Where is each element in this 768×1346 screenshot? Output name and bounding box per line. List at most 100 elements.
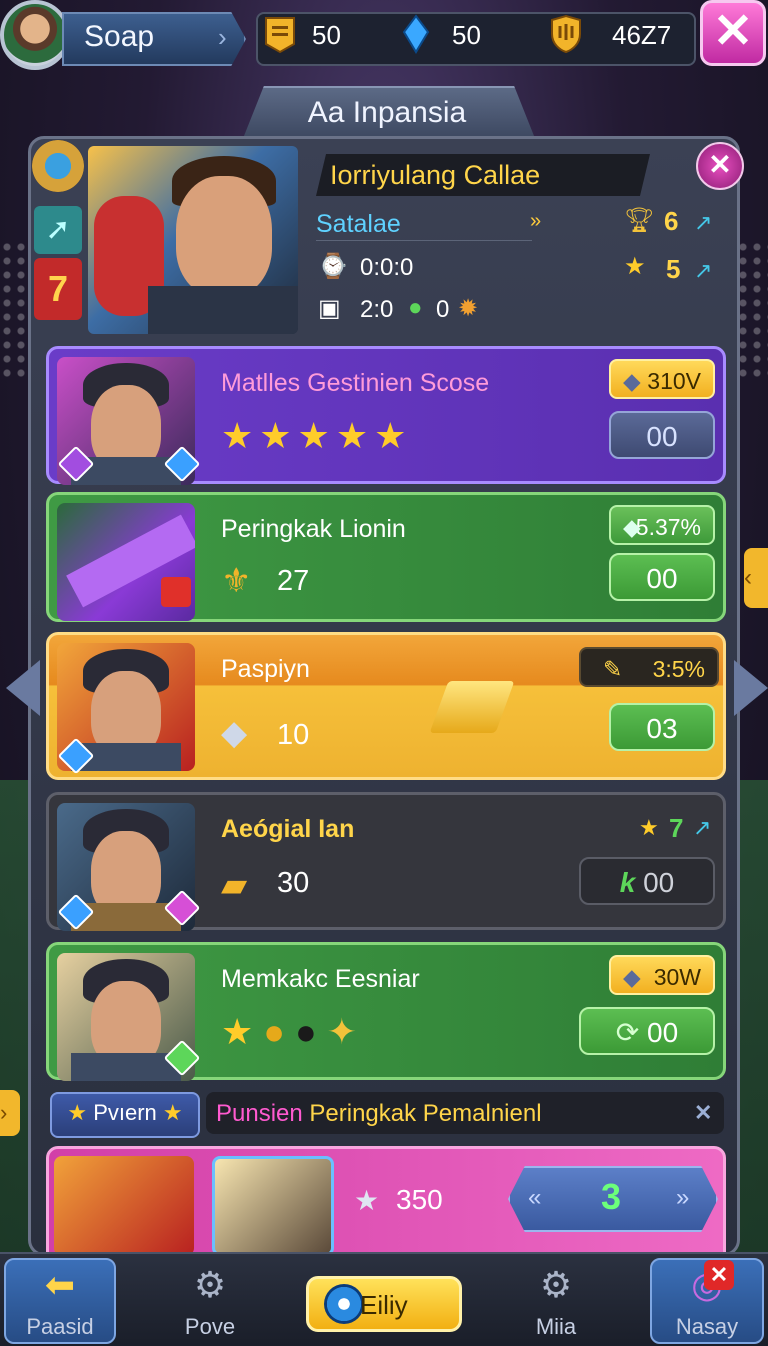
card-title: Peringkak Lionin — [221, 515, 406, 543]
nav-item-paasid-content: ⬅ Paasid — [4, 1252, 116, 1344]
list-item[interactable]: Peringkak Lionin ⚜ 27 ◆ 5.37% 00 — [46, 492, 726, 622]
coin-icon: ● — [263, 1011, 296, 1052]
promo-tag[interactable]: ★ Pvıern ★ — [50, 1092, 200, 1138]
badge-icon: ✦ — [326, 1011, 367, 1052]
chest-icon: ▰ — [221, 866, 248, 904]
nav-item-pove[interactable]: ⚙ Pove — [150, 1252, 270, 1344]
chevron-right-icon: » — [530, 210, 542, 232]
gold-ingot-icon — [429, 681, 515, 733]
card-title: Aeógial Ian — [221, 815, 355, 843]
card-action-button[interactable]: ⟳ 00 — [579, 1007, 715, 1055]
crystal-icon: ◆ — [623, 964, 641, 990]
hero-chest-value: 2:0 — [360, 296, 394, 323]
scroll-right-arrow[interactable] — [734, 660, 768, 716]
badge-value: 3:5% — [652, 656, 705, 682]
crystal-icon: ◆ — [623, 514, 641, 540]
silver-star-icon: ★ — [354, 1185, 380, 1216]
star-icon: ★ — [624, 253, 646, 280]
refresh-icon: ⟳ — [615, 1017, 640, 1048]
star-icon: ★ — [67, 1100, 88, 1125]
card-portrait — [54, 1156, 194, 1256]
percent-badge: ✎ 3:5% — [579, 647, 719, 687]
card-portrait — [212, 1156, 334, 1256]
list-item[interactable]: Memkakc Eesniar ★●●✦ ◆ 30W ⟳ 00 — [46, 942, 726, 1081]
side-tab-seven[interactable]: 7 — [34, 258, 82, 320]
nav-label: Eiliy — [360, 1290, 408, 1320]
hero-stat-one: 6 — [664, 206, 679, 236]
card-portrait — [57, 503, 195, 621]
notification-badge: ✕ — [704, 1260, 734, 1290]
arrow-icon: ↗ — [694, 210, 713, 235]
resource-value-crystals: 50 — [452, 20, 481, 50]
card-action-button[interactable]: 00 — [609, 411, 715, 459]
star-icon: ★ — [221, 1011, 264, 1052]
card-title: Memkakc Eesniar — [221, 965, 420, 993]
card-title: Paspiyn — [221, 655, 310, 683]
scroll-icon — [265, 17, 295, 54]
card-action-button[interactable]: 03 — [609, 703, 715, 751]
nav-item-miia[interactable]: ⚙ Miia — [496, 1252, 616, 1344]
resource-value-gold: 46Z7 — [612, 20, 672, 50]
side-tab-upgrade[interactable]: ➚ — [34, 206, 82, 254]
item-icons: ★●●✦ — [221, 1011, 367, 1053]
hero-portrait-suit — [148, 286, 298, 334]
card-stat-value: 30 — [277, 867, 310, 899]
arrow-up-icon: ➚ — [45, 213, 71, 246]
side-expand-left[interactable]: › — [0, 1090, 20, 1136]
list-item[interactable]: Aeógial Ian ▰ 30 ★ 7 ↗ k 00 — [46, 792, 726, 931]
card-action-button[interactable]: k 00 — [579, 857, 715, 905]
card-title: Matlles Gestinien Scose — [221, 369, 490, 397]
power-badge: ◆ 310V — [609, 359, 715, 399]
button-value: 00 — [643, 867, 675, 898]
resource-value-scrolls: 50 — [312, 20, 341, 50]
divider — [316, 240, 532, 241]
nav-label: Pove — [184, 1314, 236, 1339]
list-item[interactable]: Matlles Gestinien Scose ★★★★★ ◆ 310V 00 — [46, 346, 726, 485]
percent-badge: ◆ 5.37% — [609, 505, 715, 545]
arrow-icon: ↗ — [693, 815, 712, 840]
info-close-button[interactable]: ✕ — [696, 142, 744, 190]
card-stat-value: 350 — [396, 1184, 443, 1215]
number-seven-icon: 7 — [47, 268, 69, 309]
hero-time-value: 0:0:0 — [360, 254, 414, 281]
promo-text-main: Peringkak Pemalnienl — [309, 1100, 542, 1127]
box-icon — [161, 577, 191, 607]
button-prefix: k — [619, 867, 636, 898]
card-stat-right: 7 — [669, 813, 684, 843]
card-stat-value: 10 — [277, 719, 310, 751]
hero-portrait-face — [176, 176, 272, 296]
nav-label: Paasid — [26, 1314, 94, 1339]
button-value: 00 — [647, 1017, 679, 1048]
hero-subtitle[interactable]: Satalae — [316, 210, 401, 239]
gold-shield-icon — [551, 14, 581, 54]
promo-tag-label: Pvıern — [93, 1100, 157, 1125]
card-stat-value: 27 — [277, 565, 310, 597]
hero-orb-value: 0 — [436, 296, 450, 323]
arrow-left-icon: ⬅ — [44, 1264, 76, 1305]
star-icon: ★ — [162, 1100, 183, 1125]
crystal-icon: ◆ — [623, 368, 641, 394]
scroll-left-arrow[interactable] — [6, 660, 40, 716]
nav-label: Nasay — [675, 1314, 739, 1339]
close-icon[interactable]: ✕ — [694, 1100, 712, 1126]
stopwatch-icon: ⌚ — [318, 253, 348, 280]
star-rating: ★★★★★ — [221, 415, 413, 456]
medal-icon[interactable] — [32, 140, 84, 192]
badge-value: 5.37% — [635, 514, 701, 540]
promo-text-highlight: Punsien — [216, 1100, 303, 1127]
hero-portrait — [88, 146, 298, 334]
arrow-icon: ↗ — [694, 258, 713, 283]
chevron-right-icon: › — [218, 22, 227, 52]
trophy-icon: 🏆︎ — [624, 207, 655, 234]
chest-icon: ▣ — [318, 295, 341, 322]
side-expand-right[interactable]: ‹ — [744, 548, 768, 608]
card-action-button[interactable]: 00 — [609, 553, 715, 601]
list-item[interactable]: Paspiyn ◆ 10 ✎ 3:5% 03 — [46, 632, 726, 780]
page-title: Aa Inpansia — [307, 96, 467, 129]
chevron-right-icon: » — [676, 1184, 690, 1211]
blue-crystal-icon — [402, 14, 430, 54]
gear-icon: ⚙ — [193, 1264, 227, 1305]
close-button[interactable]: ✕ — [700, 0, 766, 66]
dark-orb-icon: ● — [295, 1011, 327, 1052]
player-avatar[interactable] — [0, 0, 70, 70]
